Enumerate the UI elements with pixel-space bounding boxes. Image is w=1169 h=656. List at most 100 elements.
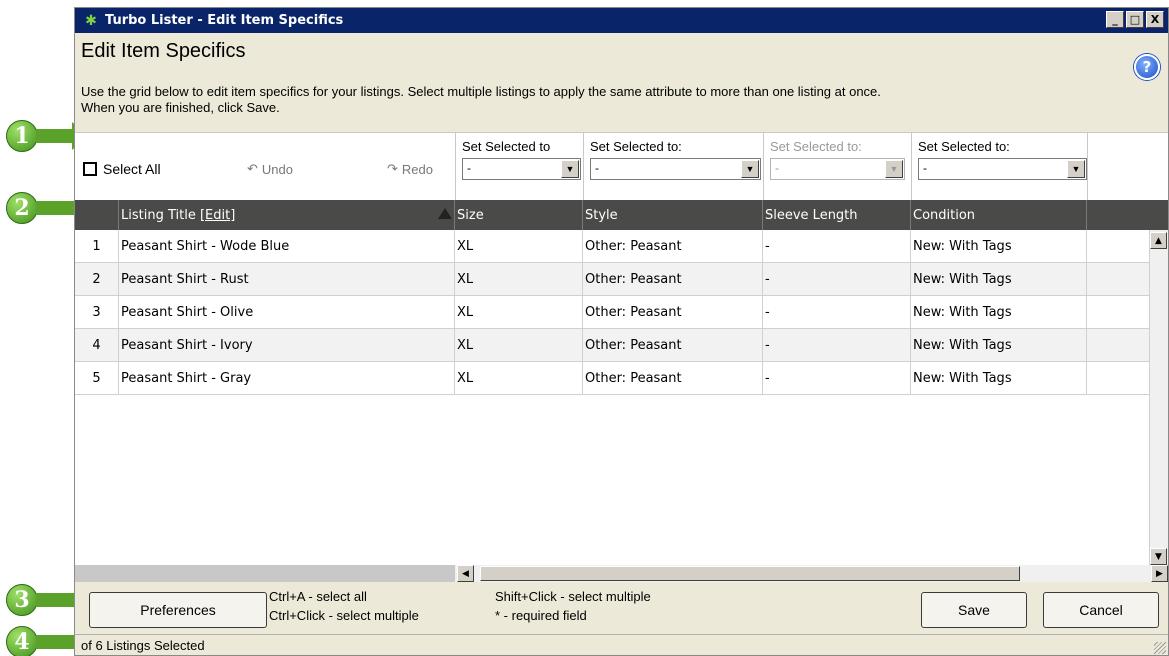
callout-2: 2: [6, 192, 38, 224]
scroll-left-icon[interactable]: ◀: [457, 565, 474, 582]
column-header-condition[interactable]: Condition: [911, 200, 1087, 230]
turbo-lister-icon: ✱: [85, 12, 97, 29]
status-bar: of 6 Listings Selected: [75, 634, 1168, 656]
dropdown-value: -: [467, 161, 471, 175]
style-cell[interactable]: Other: Peasant: [583, 263, 763, 296]
hint-ctrl-click: Ctrl+Click - select multiple: [269, 608, 419, 623]
vertical-scrollbar[interactable]: ▲ ▼: [1149, 230, 1168, 565]
maximize-button[interactable]: □: [1126, 11, 1144, 28]
set-selected-label: Set Selected to: [462, 139, 551, 154]
toolbar-end-divider: [1087, 133, 1168, 201]
size-cell[interactable]: XL: [455, 362, 583, 395]
scroll-down-icon[interactable]: ▼: [1150, 548, 1167, 565]
instructions: Use the grid below to edit item specific…: [81, 84, 1081, 116]
style-cell[interactable]: Other: Peasant: [583, 362, 763, 395]
style-dropdown[interactable]: - ▼: [590, 158, 761, 180]
table-row[interactable]: 4 Peasant Shirt - Ivory XL Other: Peasan…: [75, 329, 1149, 362]
style-cell[interactable]: Other: Peasant: [583, 230, 763, 263]
callout-1-arrow: [36, 122, 88, 150]
row-number: 4: [75, 329, 119, 362]
table-row[interactable]: 3 Peasant Shirt - Olive XL Other: Peasan…: [75, 296, 1149, 329]
checkbox-icon[interactable]: [83, 162, 97, 176]
chevron-down-icon: ▼: [885, 160, 903, 178]
select-all-label: Select All: [103, 161, 161, 177]
table-row[interactable]: 5 Peasant Shirt - Gray XL Other: Peasant…: [75, 362, 1149, 395]
keyboard-hints-right: Shift+Click - select multiple * - requir…: [495, 587, 651, 625]
title-bar[interactable]: ✱ Turbo Lister - Edit Item Specifics _ □…: [75, 8, 1168, 33]
dropdown-value: -: [775, 161, 779, 175]
condition-dropdown[interactable]: - ▼: [918, 158, 1087, 180]
set-selected-label: Set Selected to:: [918, 139, 1010, 154]
sleeve-length-cell[interactable]: -: [763, 263, 911, 296]
scroll-up-icon[interactable]: ▲: [1150, 232, 1167, 249]
style-cell[interactable]: Other: Peasant: [583, 296, 763, 329]
minimize-button[interactable]: _: [1106, 11, 1124, 28]
column-header-listing-title[interactable]: Listing Title [Edit]: [119, 200, 455, 230]
sleeve-length-dropdown: - ▼: [770, 158, 905, 180]
listing-title-cell[interactable]: Peasant Shirt - Wode Blue: [119, 230, 455, 263]
condition-cell[interactable]: New: With Tags: [911, 230, 1087, 263]
size-cell[interactable]: XL: [455, 329, 583, 362]
sort-ascending-icon[interactable]: [438, 208, 452, 219]
column-header-sleeve-length[interactable]: Sleeve Length: [763, 200, 911, 230]
condition-cell[interactable]: New: With Tags: [911, 296, 1087, 329]
close-button[interactable]: X: [1146, 11, 1164, 28]
hint-required-field: * - required field: [495, 608, 587, 623]
save-button[interactable]: Save: [921, 592, 1027, 628]
set-selected-style: Set Selected to: - ▼: [583, 133, 761, 201]
condition-cell[interactable]: New: With Tags: [911, 329, 1087, 362]
redo-label: Redo: [401, 161, 433, 177]
sleeve-length-cell[interactable]: -: [763, 230, 911, 263]
chevron-down-icon[interactable]: ▼: [1067, 160, 1085, 178]
redo-button[interactable]: ↷ Redo: [387, 161, 433, 177]
footer: Preferences Ctrl+A - select all Ctrl+Cli…: [75, 582, 1168, 632]
sleeve-length-cell[interactable]: -: [763, 362, 911, 395]
listing-title-cell[interactable]: Peasant Shirt - Gray: [119, 362, 455, 395]
sleeve-length-cell[interactable]: -: [763, 296, 911, 329]
size-cell[interactable]: XL: [455, 263, 583, 296]
grid-rows: 1 Peasant Shirt - Wode Blue XL Other: Pe…: [75, 230, 1149, 395]
undo-icon: ↶: [247, 161, 258, 176]
column-header-number: [75, 200, 119, 230]
column-header-size[interactable]: Size: [455, 200, 583, 230]
listing-title-cell[interactable]: Peasant Shirt - Ivory: [119, 329, 455, 362]
set-selected-label: Set Selected to:: [590, 139, 682, 154]
window-title: Turbo Lister - Edit Item Specifics: [105, 13, 344, 28]
style-cell[interactable]: Other: Peasant: [583, 329, 763, 362]
item-specifics-grid: Listing Title [Edit] Size Style Sleeve L…: [75, 200, 1168, 582]
sleeve-length-cell[interactable]: -: [763, 329, 911, 362]
set-selected-condition: Set Selected to: - ▼: [911, 133, 1087, 201]
undo-button[interactable]: ↶ Undo: [247, 161, 293, 177]
table-row[interactable]: 2 Peasant Shirt - Rust XL Other: Peasant…: [75, 263, 1149, 296]
cancel-button[interactable]: Cancel: [1043, 592, 1159, 628]
horizontal-scroll-thumb[interactable]: [480, 566, 1020, 581]
set-selected-sleeve-length: Set Selected to: - ▼: [763, 133, 905, 201]
scroll-right-icon[interactable]: ▶: [1151, 565, 1168, 582]
edit-item-specifics-window: ✱ Turbo Lister - Edit Item Specifics _ □…: [74, 7, 1169, 656]
help-icon[interactable]: ?: [1134, 54, 1160, 80]
row-number: 5: [75, 362, 119, 395]
condition-cell[interactable]: New: With Tags: [911, 362, 1087, 395]
listing-title-cell[interactable]: Peasant Shirt - Rust: [119, 263, 455, 296]
hint-shift-click: Shift+Click - select multiple: [495, 589, 651, 604]
resize-grip-icon[interactable]: [1154, 642, 1166, 654]
row-number: 1: [75, 230, 119, 263]
size-cell[interactable]: XL: [455, 230, 583, 263]
condition-cell[interactable]: New: With Tags: [911, 263, 1087, 296]
chevron-down-icon[interactable]: ▼: [741, 160, 759, 178]
horizontal-scrollbar[interactable]: ◀ ▶: [75, 565, 1168, 582]
callout-4: 4: [6, 626, 38, 656]
edit-link[interactable]: [Edit]: [200, 208, 235, 223]
undo-label: Undo: [261, 161, 293, 177]
dropdown-value: -: [923, 161, 927, 175]
select-all-checkbox[interactable]: Select All: [83, 161, 161, 177]
chevron-down-icon[interactable]: ▼: [561, 160, 579, 178]
listing-title-cell[interactable]: Peasant Shirt - Olive: [119, 296, 455, 329]
preferences-button[interactable]: Preferences: [89, 592, 267, 628]
instructions-line-1: Use the grid below to edit item specific…: [81, 84, 881, 99]
size-cell[interactable]: XL: [455, 296, 583, 329]
table-row[interactable]: 1 Peasant Shirt - Wode Blue XL Other: Pe…: [75, 230, 1149, 263]
column-header-style[interactable]: Style: [583, 200, 763, 230]
page-title: Edit Item Specifics: [81, 40, 246, 62]
size-dropdown[interactable]: - ▼: [462, 158, 581, 180]
